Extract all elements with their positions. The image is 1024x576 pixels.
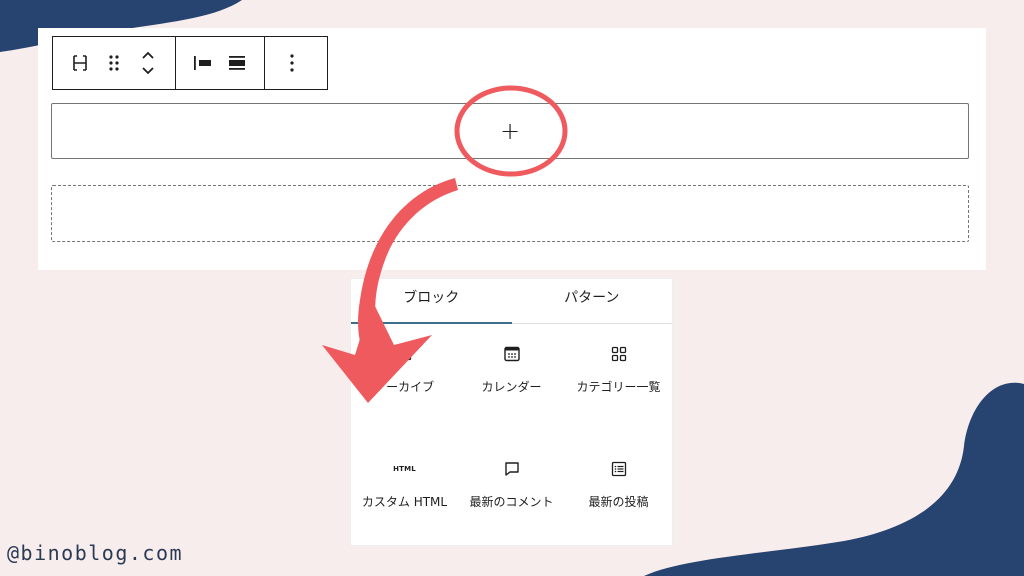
ungroup-icon — [73, 55, 87, 71]
block-label: カレンダー — [481, 380, 542, 394]
block-label: カテゴリー一覧 — [576, 380, 661, 394]
block-label: カスタム HTML — [361, 495, 448, 509]
justify-center-icon — [229, 56, 245, 70]
ungroup-button[interactable] — [63, 43, 97, 83]
block-item-archive[interactable]: アーカイブ — [351, 342, 458, 457]
watermark: @binoblog.com — [7, 541, 184, 565]
justify-center-button[interactable] — [220, 43, 254, 83]
drag-handle-icon — [109, 55, 119, 71]
more-options-button[interactable] — [275, 43, 309, 83]
block-item-latest-comments[interactable]: 最新のコメント — [458, 457, 565, 572]
block-label: アーカイブ — [374, 380, 435, 394]
block-label: 最新のコメント — [469, 495, 554, 509]
bottom-right-blob — [644, 382, 1024, 576]
calendar-icon — [503, 346, 520, 362]
block-inserter-panel: ブロック パターン アーカイブ カレンダー カテゴリー一覧 HTML カスタム … — [350, 278, 673, 546]
row-block[interactable]: + — [51, 103, 969, 159]
block-label: 最新の投稿 — [588, 495, 649, 509]
tab-patterns[interactable]: パターン — [512, 279, 673, 323]
justify-left-button[interactable] — [186, 43, 220, 83]
block-item-categories[interactable]: カテゴリー一覧 — [565, 342, 672, 457]
add-block-button[interactable]: + — [500, 119, 520, 143]
archive-icon — [398, 347, 411, 361]
block-item-calendar[interactable]: カレンダー — [458, 342, 565, 457]
block-item-custom-html[interactable]: HTML カスタム HTML — [351, 457, 458, 572]
move-up-down-button[interactable] — [131, 43, 165, 83]
comment-icon — [504, 462, 519, 476]
block-toolbar — [52, 36, 328, 90]
justify-left-icon — [194, 56, 211, 70]
inserter-tabs: ブロック パターン — [351, 279, 672, 324]
more-options-icon — [290, 54, 294, 72]
block-item-latest-posts[interactable]: 最新の投稿 — [565, 457, 672, 572]
html-badge: HTML — [393, 465, 416, 473]
move-up-down-icon — [142, 51, 154, 75]
drag-handle[interactable] — [97, 43, 131, 83]
block-grid: アーカイブ カレンダー カテゴリー一覧 HTML カスタム HTML 最新のコメ… — [351, 324, 672, 572]
toolbar-group-justify — [176, 37, 265, 89]
tab-blocks[interactable]: ブロック — [351, 279, 512, 323]
block-placeholder[interactable] — [51, 185, 969, 242]
toolbar-group-more — [265, 37, 319, 89]
active-tab-indicator — [351, 322, 512, 324]
post-list-icon — [611, 461, 626, 477]
categories-icon — [611, 346, 626, 362]
html-icon: HTML — [393, 457, 417, 481]
block-editor-canvas: + — [38, 28, 986, 270]
toolbar-group-block — [53, 37, 176, 89]
